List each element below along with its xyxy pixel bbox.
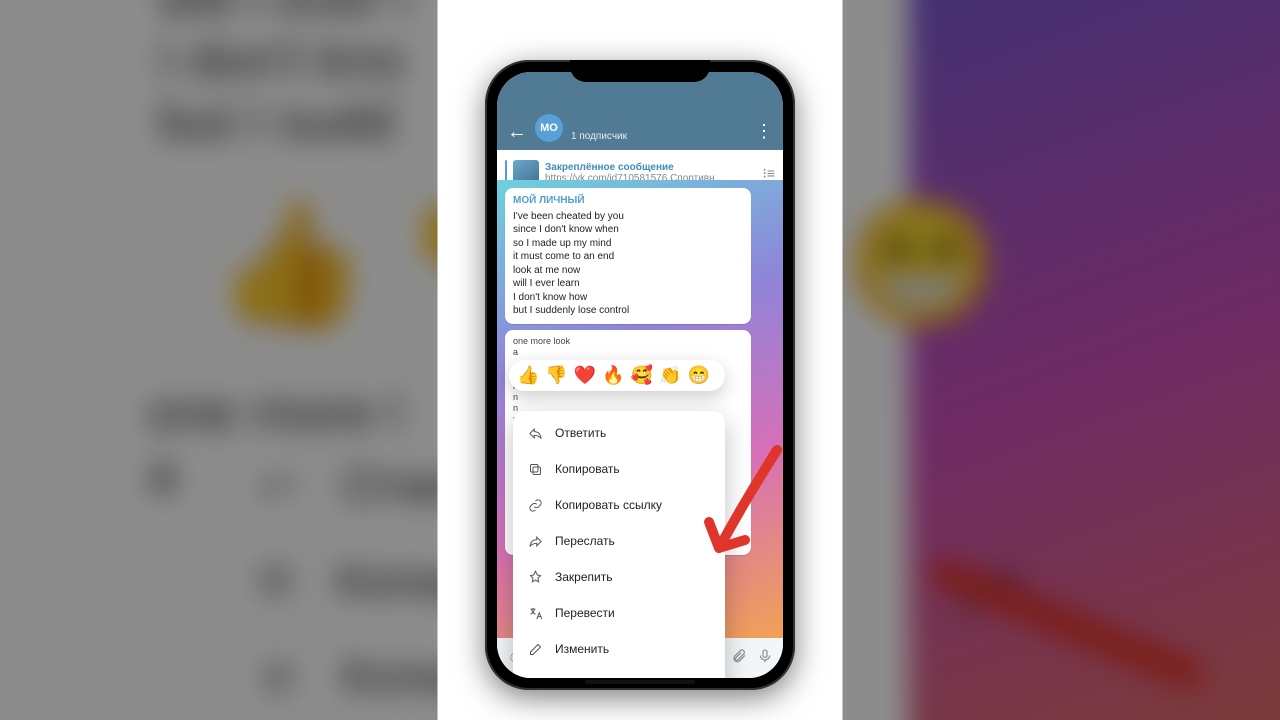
message-line: I've been cheated by you bbox=[513, 210, 743, 224]
message-sender: МОЙ ЛИЧНЫЙ bbox=[513, 194, 743, 208]
message-line: but I suddenly lose control bbox=[513, 304, 743, 318]
pinned-title: Закреплённое сообщение bbox=[545, 162, 756, 173]
menu-item-delete[interactable]: Удалить bbox=[513, 667, 725, 678]
back-button[interactable]: ← bbox=[507, 122, 527, 142]
context-menu: Ответить Копировать Копировать ссылку Перес… bbox=[513, 411, 725, 678]
menu-item-translate[interactable]: Перевести bbox=[513, 595, 725, 631]
menu-item-label: Перевести bbox=[555, 606, 615, 620]
reaction-emoji[interactable]: 🥰 bbox=[631, 365, 653, 386]
message-line: so I made up my mind bbox=[513, 237, 743, 251]
reaction-bar: 👍 👎 ❤️ 🔥 🥰 👏 😁 bbox=[509, 360, 725, 391]
reply-icon bbox=[527, 426, 543, 441]
menu-item-reply[interactable]: Ответить bbox=[513, 415, 725, 451]
phone-mockup: ← МО МОЙ ЛИЧНЫЙ 1 подписчик ⋮ Закреплённ… bbox=[485, 60, 795, 690]
reaction-emoji[interactable]: ❤️ bbox=[574, 365, 596, 386]
reaction-emoji[interactable]: 👏 bbox=[659, 365, 681, 386]
more-options-icon[interactable]: ⋮ bbox=[755, 121, 773, 142]
channel-subtitle: 1 подписчик bbox=[571, 131, 747, 142]
phone-notch bbox=[570, 60, 710, 82]
reaction-emoji[interactable]: 👎 bbox=[545, 365, 567, 386]
menu-item-forward[interactable]: Переслать bbox=[513, 523, 725, 559]
context-overlay: 👍 👎 ❤️ 🔥 🥰 👏 😁 Ответить Копировать Копировать сс… bbox=[513, 360, 725, 678]
pinned-list-icon[interactable]: ⁝≡ bbox=[762, 165, 775, 182]
menu-item-label: Ответить bbox=[555, 426, 606, 440]
menu-item-edit[interactable]: Изменить bbox=[513, 631, 725, 667]
menu-item-label: Копировать bbox=[555, 462, 620, 476]
edit-icon bbox=[527, 642, 543, 657]
message-bubble[interactable]: МОЙ ЛИЧНЫЙ I've been cheated by yousince… bbox=[505, 188, 751, 324]
message-line: since I don't know when bbox=[513, 223, 743, 237]
menu-item-copy[interactable]: Копировать bbox=[513, 451, 725, 487]
reaction-emoji[interactable]: 😁 bbox=[688, 365, 710, 386]
menu-item-label: Копировать ссылку bbox=[555, 498, 662, 512]
message-line: I don't know how bbox=[513, 291, 743, 305]
copy-icon bbox=[527, 462, 543, 477]
translate-icon bbox=[527, 606, 543, 621]
menu-item-pin[interactable]: Закрепить bbox=[513, 559, 725, 595]
delete-icon bbox=[527, 678, 543, 679]
menu-item-label: Изменить bbox=[555, 642, 609, 656]
phone-screen: ← МО МОЙ ЛИЧНЫЙ 1 подписчик ⋮ Закреплённ… bbox=[497, 72, 783, 678]
reaction-emoji[interactable]: 👍 bbox=[517, 365, 539, 386]
channel-avatar[interactable]: МО bbox=[535, 114, 563, 142]
copylink-icon bbox=[527, 498, 543, 513]
chat-header: ← МО МОЙ ЛИЧНЫЙ 1 подписчик ⋮ bbox=[497, 72, 783, 150]
menu-item-label: Переслать bbox=[555, 534, 615, 548]
reaction-emoji[interactable]: 🔥 bbox=[602, 365, 624, 386]
message-line: will I ever learn bbox=[513, 277, 743, 291]
attach-icon[interactable] bbox=[731, 648, 747, 669]
home-indicator[interactable] bbox=[585, 680, 695, 684]
bg-arrow-fragment bbox=[931, 562, 1222, 696]
message-line: look at me now bbox=[513, 264, 743, 278]
mic-icon[interactable] bbox=[757, 648, 773, 669]
menu-item-label: Закрепить bbox=[555, 570, 612, 584]
bg-grin-emoji: 😁 bbox=[845, 192, 998, 336]
message-line: it must come to an end bbox=[513, 250, 743, 264]
forward-icon bbox=[527, 534, 543, 549]
pin-icon bbox=[527, 570, 543, 585]
menu-item-copylink[interactable]: Копировать ссылку bbox=[513, 487, 725, 523]
